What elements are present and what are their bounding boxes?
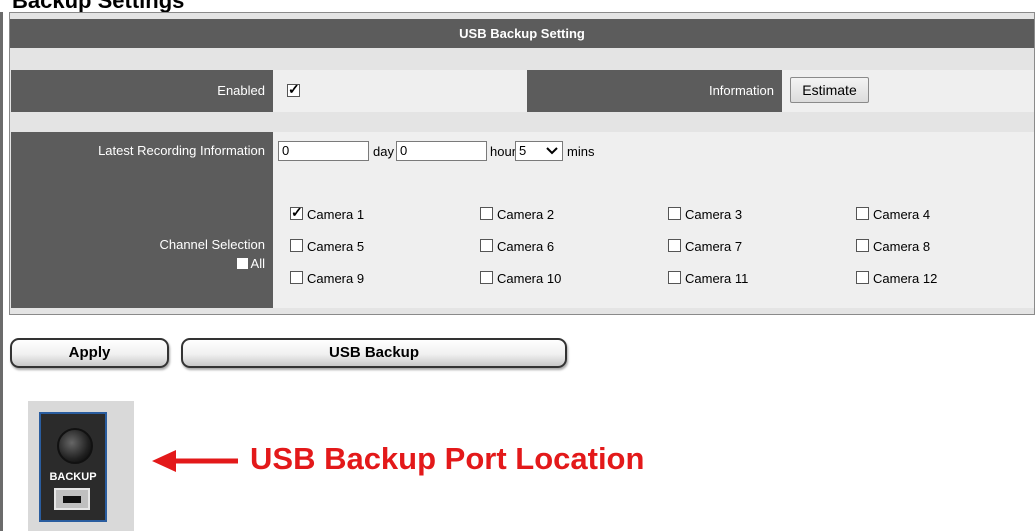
usb-port-illustration: BACKUP (28, 401, 134, 531)
enabled-label: Enabled (217, 83, 265, 98)
camera-option[interactable]: Camera 10 (480, 270, 650, 286)
chevron-down-icon (546, 147, 558, 155)
camera-option[interactable]: Camera 12 (856, 270, 1026, 286)
hours-input[interactable]: 0 (396, 141, 487, 161)
camera-option[interactable]: Camera 4 (856, 206, 1026, 222)
camera-option[interactable]: Camera 7 (668, 238, 838, 254)
panel-title: USB Backup Setting (10, 19, 1034, 48)
recording-label: Latest Recording Information (98, 143, 265, 158)
camera-label: Camera 9 (307, 271, 365, 286)
camera-checkbox[interactable] (856, 239, 869, 252)
camera-option[interactable]: Camera 6 (480, 238, 650, 254)
camera-checkbox[interactable] (668, 207, 681, 220)
channel-label-cell: Channel Selection All (11, 170, 273, 308)
camera-label: Camera 6 (497, 239, 555, 254)
camera-option[interactable]: Camera 1 (290, 204, 460, 222)
camera-checkbox[interactable] (290, 239, 303, 252)
arrow-left-icon (152, 450, 238, 472)
hour-unit-label: hour (490, 144, 517, 159)
camera-label: Camera 7 (685, 239, 743, 254)
minutes-select[interactable]: 5 (515, 141, 563, 161)
camera-label: Camera 8 (873, 239, 931, 254)
camera-checkbox[interactable] (668, 239, 681, 252)
information-label: Information (708, 83, 774, 98)
camera-option[interactable]: Camera 2 (480, 206, 650, 222)
camera-option[interactable]: Camera 8 (856, 238, 1026, 254)
camera-checkbox[interactable] (480, 207, 493, 220)
information-label-cell: Information (527, 70, 782, 112)
estimate-button[interactable]: Estimate (790, 77, 869, 103)
channel-label: Channel Selection (159, 237, 265, 252)
usb-port-slot (63, 496, 81, 503)
mins-unit-label: mins (567, 144, 595, 159)
camera-option[interactable]: Camera 3 (668, 206, 838, 222)
minutes-select-value: 5 (519, 143, 527, 158)
recording-label-cell: Latest Recording Information (11, 132, 273, 170)
days-input[interactable]: 0 (278, 141, 369, 161)
usb-backup-panel: USB Backup Setting Enabled Information E… (9, 12, 1035, 315)
day-unit-label: day (373, 144, 394, 159)
camera-checkbox[interactable] (480, 239, 493, 252)
usb-port-callout: USB Backup Port Location (250, 441, 645, 476)
camera-checkbox[interactable] (668, 271, 681, 284)
camera-label: Camera 2 (497, 207, 555, 222)
camera-label: Camera 12 (873, 271, 938, 286)
camera-label: Camera 1 (307, 207, 365, 222)
apply-button[interactable]: Apply (10, 338, 169, 368)
camera-checkbox[interactable] (290, 271, 303, 284)
camera-label: Camera 4 (873, 207, 931, 222)
camera-option[interactable]: Camera 11 (668, 270, 838, 286)
camera-checkbox[interactable] (856, 271, 869, 284)
select-all-checkbox[interactable] (236, 258, 248, 269)
camera-label: Camera 11 (685, 271, 749, 286)
left-rule (0, 12, 3, 531)
camera-option[interactable]: Camera 5 (290, 238, 460, 254)
camera-checkbox[interactable] (480, 271, 493, 284)
select-all-label: All (250, 256, 265, 271)
usb-device: BACKUP (39, 412, 107, 522)
enabled-checkbox[interactable] (287, 81, 300, 98)
camera-label: Camera 10 (497, 271, 562, 286)
device-backup-label: BACKUP (49, 471, 97, 483)
enabled-value-cell (273, 70, 527, 112)
camera-checkbox[interactable] (290, 204, 303, 221)
usb-backup-button[interactable]: USB Backup (181, 338, 567, 368)
camera-label: Camera 3 (685, 207, 743, 222)
enabled-label-cell: Enabled (11, 70, 273, 112)
usb-port-icon (54, 488, 90, 510)
camera-label: Camera 5 (307, 239, 365, 254)
camera-option[interactable]: Camera 9 (290, 270, 460, 286)
backup-button-icon (57, 428, 93, 464)
select-all-control[interactable]: All (236, 256, 265, 271)
camera-checkbox[interactable] (856, 207, 869, 220)
